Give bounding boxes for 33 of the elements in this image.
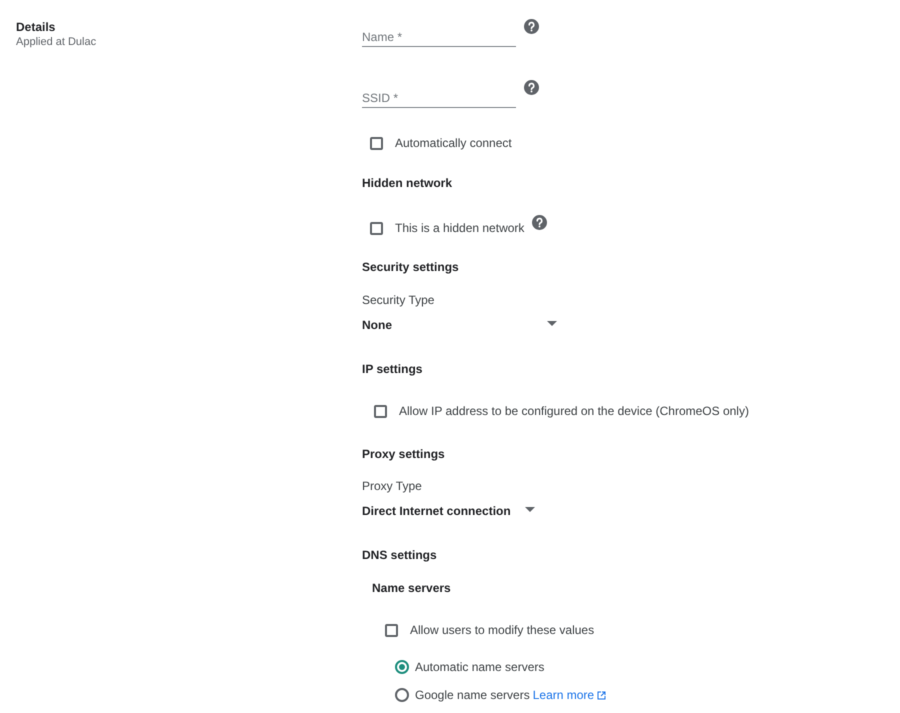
checkbox[interactable] bbox=[385, 624, 398, 636]
caret-icon bbox=[525, 507, 535, 512]
radio-label: Automatic name servers bbox=[415, 659, 544, 676]
external-link-icon bbox=[597, 690, 606, 700]
field-label: Security Type bbox=[362, 292, 434, 309]
help-icon[interactable] bbox=[532, 214, 548, 230]
radio-button[interactable] bbox=[395, 688, 409, 702]
text-field[interactable]: SSID * bbox=[362, 84, 516, 108]
checkbox[interactable] bbox=[370, 136, 383, 150]
text-field[interactable]: Name * bbox=[362, 23, 516, 47]
section-title: Details bbox=[16, 20, 56, 34]
checkbox-label: Allow IP address to be configured on the device (ChromeOS only) bbox=[399, 403, 749, 420]
help-icon[interactable] bbox=[524, 80, 539, 95]
help-icon[interactable] bbox=[524, 19, 539, 34]
dropdown[interactable]: None bbox=[362, 315, 557, 335]
section-heading: DNS settings bbox=[362, 547, 437, 564]
radio-button[interactable] bbox=[395, 660, 409, 674]
section-subtitle: Applied at Dulac bbox=[16, 35, 98, 49]
section-heading: Name servers bbox=[372, 580, 451, 597]
checkbox-label: Automatically connect bbox=[395, 135, 512, 152]
caret-icon bbox=[547, 321, 557, 326]
radio-label: Google name servers bbox=[415, 687, 530, 704]
field-label: Proxy Type bbox=[362, 478, 422, 495]
section-heading: IP settings bbox=[362, 361, 422, 378]
section-heading: Hidden network bbox=[362, 175, 452, 192]
checkbox[interactable] bbox=[370, 222, 383, 234]
checkbox-label: This is a hidden network bbox=[395, 220, 524, 237]
dropdown[interactable]: Direct Internet connection bbox=[362, 501, 535, 521]
checkbox-label: Allow users to modify these values bbox=[410, 622, 594, 639]
checkbox[interactable] bbox=[374, 404, 387, 418]
section-heading: Proxy settings bbox=[362, 446, 445, 463]
learn-more-link[interactable]: Learn more bbox=[532, 686, 606, 704]
section-heading: Security settings bbox=[362, 259, 459, 276]
